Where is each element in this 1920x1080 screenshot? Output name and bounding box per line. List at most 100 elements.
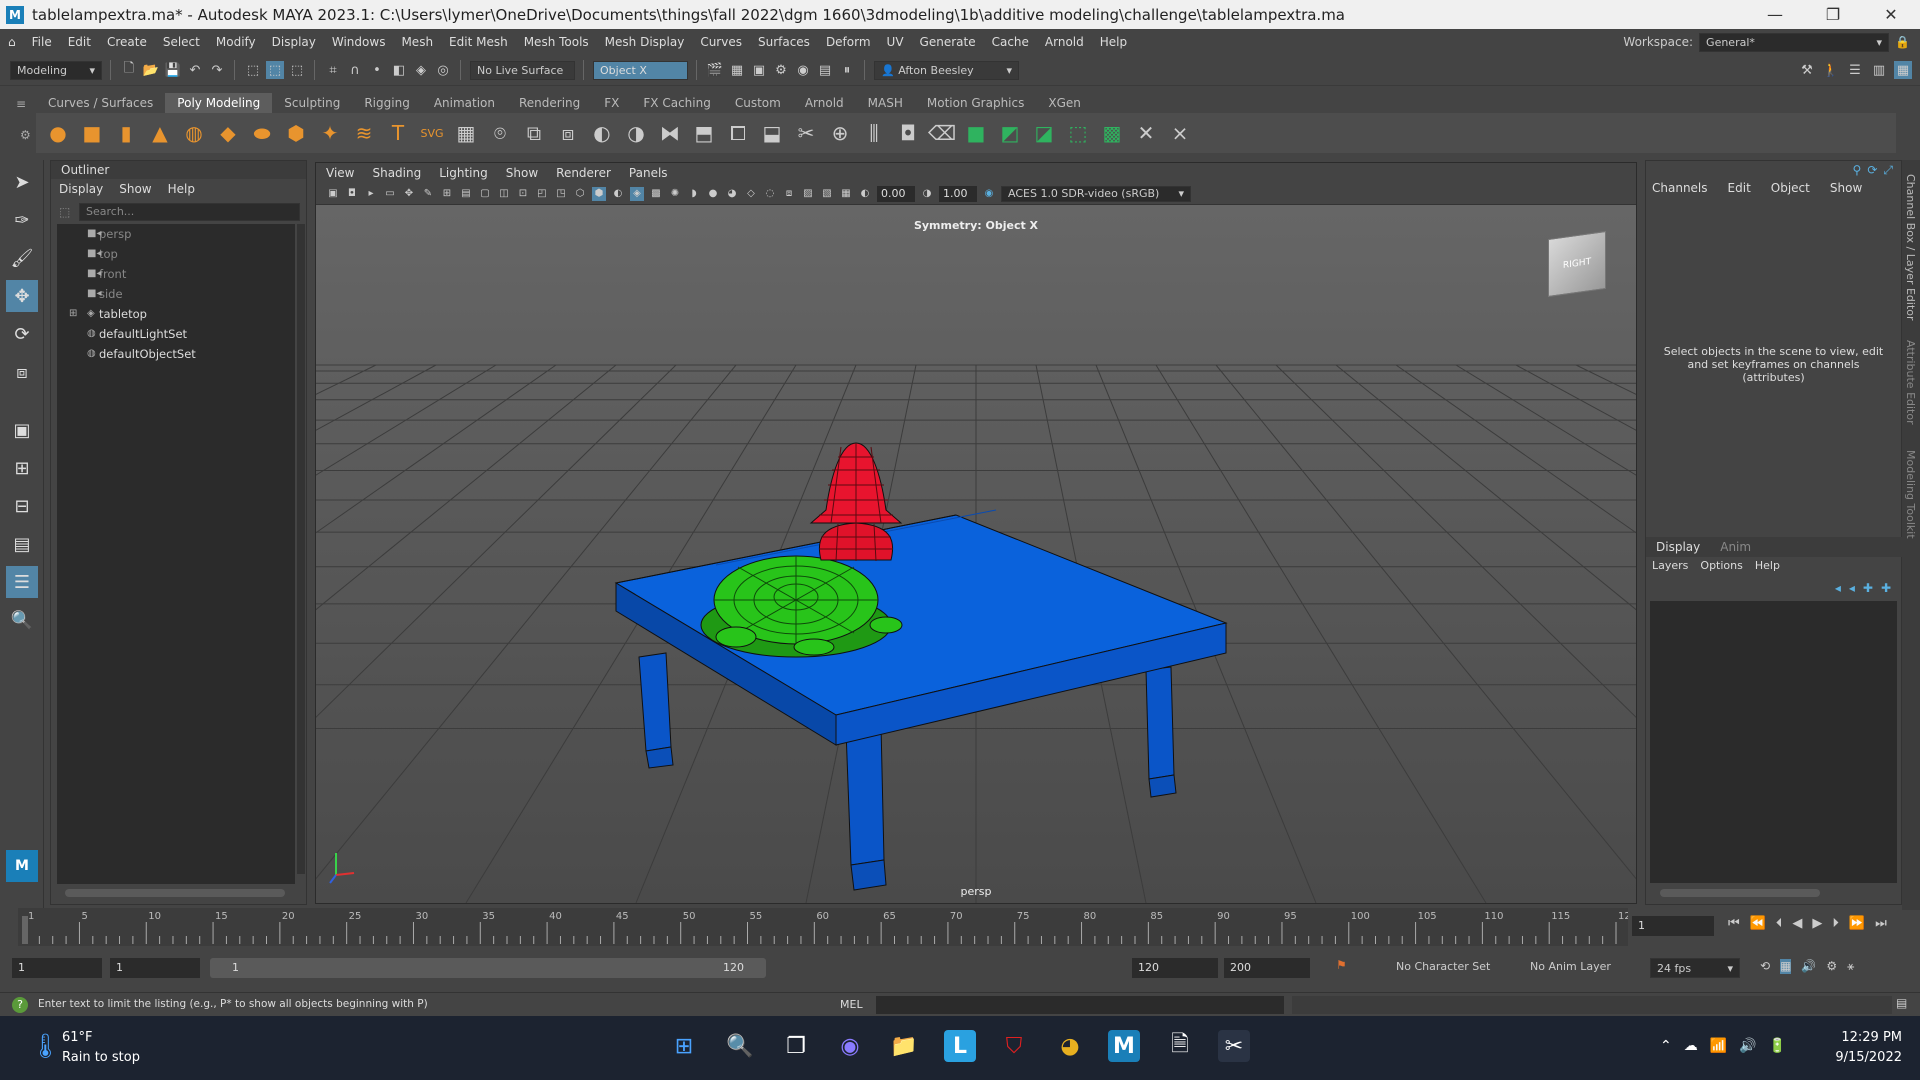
vp-menu-show[interactable]: Show: [506, 163, 538, 183]
ipr-render-icon[interactable]: ▣: [750, 61, 768, 79]
character-set-dropdown[interactable]: No Character Set: [1396, 960, 1490, 973]
lasso-tool-icon[interactable]: ✑: [6, 204, 38, 236]
planar-uv-icon[interactable]: ◩: [996, 119, 1024, 147]
list-item[interactable]: ■◂ side: [57, 284, 295, 304]
sound-icon[interactable]: 🔊: [1801, 959, 1816, 974]
layout-persp-outliner-icon[interactable]: ☰: [6, 566, 38, 598]
film-gate-icon[interactable]: ▤: [459, 187, 473, 201]
menu-cache[interactable]: Cache: [984, 35, 1037, 49]
file-explorer-icon[interactable]: 📁: [888, 1030, 920, 1062]
task-view-icon[interactable]: ❐: [780, 1030, 812, 1062]
select-tool-icon[interactable]: ➤: [6, 166, 38, 198]
snap-curve-icon[interactable]: ∩: [346, 61, 364, 79]
prev-key-icon[interactable]: ⏴: [1776, 916, 1783, 931]
outliner-hscrollbar[interactable]: [65, 889, 285, 897]
snipping-tool-icon[interactable]: ✂: [1218, 1030, 1250, 1062]
xray-icon[interactable]: ▨: [801, 187, 815, 201]
tool-settings-icon[interactable]: ▥: [1870, 61, 1888, 79]
tab-poly-modeling[interactable]: Poly Modeling: [165, 93, 273, 113]
render-frame-icon[interactable]: ▦: [728, 61, 746, 79]
select-hierarchy-icon[interactable]: ⬚: [244, 61, 262, 79]
wireframe-icon[interactable]: ⬡: [573, 187, 587, 201]
extrude-icon[interactable]: ⬒: [690, 119, 718, 147]
hypershade-icon[interactable]: ◉: [794, 61, 812, 79]
menu-mesh-tools[interactable]: Mesh Tools: [516, 35, 597, 49]
paint-select-icon[interactable]: 🖌: [6, 242, 38, 274]
current-time-marker[interactable]: [22, 916, 28, 944]
fps-dropdown[interactable]: 24 fps ▾: [1650, 958, 1740, 978]
chrome-icon[interactable]: ◕: [1054, 1030, 1086, 1062]
sweep-mesh-icon[interactable]: ≋: [350, 119, 378, 147]
human-ik-icon[interactable]: 🚶: [1822, 61, 1840, 79]
xray-active-icon[interactable]: ▦: [839, 187, 853, 201]
attribute-editor-icon[interactable]: ☰: [1846, 61, 1864, 79]
camera-attr-icon[interactable]: ◘: [345, 187, 359, 201]
go-to-start-icon[interactable]: ⏮: [1728, 916, 1740, 931]
vp-menu-lighting[interactable]: Lighting: [439, 163, 488, 183]
field-chart-icon[interactable]: ⊡: [516, 187, 530, 201]
safe-action-icon[interactable]: ◰: [535, 187, 549, 201]
vp-menu-panels[interactable]: Panels: [629, 163, 668, 183]
smooth-shade-icon[interactable]: ⬢: [592, 186, 606, 201]
shadows-icon[interactable]: ◗: [687, 187, 701, 201]
outliner-menu-help[interactable]: Help: [168, 179, 195, 199]
options-menu[interactable]: Options: [1700, 559, 1742, 572]
3d-scene[interactable]: Symmetry: Object X persp RIGHT: [316, 205, 1636, 903]
mirror-icon[interactable]: ⧓: [656, 119, 684, 147]
bridge-icon[interactable]: ⧠: [724, 119, 752, 147]
fill-hole-icon[interactable]: ◘: [894, 119, 922, 147]
list-item[interactable]: ■◂ front: [57, 264, 295, 284]
default-material-icon[interactable]: ◐: [611, 187, 625, 201]
render-settings-icon[interactable]: ⚙: [772, 61, 790, 79]
menu-arnold[interactable]: Arnold: [1037, 35, 1092, 49]
pin-icon[interactable]: ⚲: [1853, 163, 1862, 178]
menu-mesh-display[interactable]: Mesh Display: [597, 35, 693, 49]
clock-date[interactable]: 9/15/2022: [1822, 1050, 1902, 1065]
layout-uv-icon[interactable]: ▩: [1098, 119, 1126, 147]
single-view-icon[interactable]: ▣: [6, 414, 38, 446]
new-scene-icon[interactable]: 🗋: [120, 61, 138, 79]
layers-help-menu[interactable]: Help: [1755, 559, 1780, 572]
animation-prefs-icon[interactable]: ⚙: [1826, 959, 1837, 974]
snap-live-icon[interactable]: ◎: [434, 61, 452, 79]
menuset-dropdown[interactable]: Modeling ▾: [10, 60, 102, 80]
menu-deform[interactable]: Deform: [818, 35, 879, 49]
color-management-icon[interactable]: ◉: [982, 187, 996, 201]
workspace-dropdown[interactable]: General* ▾: [1699, 32, 1890, 52]
go-to-end-icon[interactable]: ⏭: [1875, 916, 1887, 931]
home-icon[interactable]: ⌂: [0, 35, 24, 49]
mcafee-icon[interactable]: ⛉: [998, 1030, 1030, 1062]
minimize-icon[interactable]: —: [1746, 0, 1804, 29]
vp-menu-shading[interactable]: Shading: [372, 163, 421, 183]
play-back-icon[interactable]: ◀: [1792, 916, 1802, 931]
tab-xgen[interactable]: XGen: [1036, 93, 1093, 113]
redo-icon[interactable]: ↷: [208, 61, 226, 79]
svg-tool-icon[interactable]: SVG: [418, 119, 446, 147]
tab-motion-graphics[interactable]: Motion Graphics: [915, 93, 1037, 113]
shelf-menu-icon[interactable]: ≡: [16, 97, 26, 111]
vp-menu-renderer[interactable]: Renderer: [556, 163, 611, 183]
step-back-icon[interactable]: ⏪: [1750, 916, 1766, 931]
depth-of-field-icon[interactable]: ◌: [763, 187, 777, 201]
smooth-icon[interactable]: ◐: [588, 119, 616, 147]
scene-start-field[interactable]: 1: [12, 958, 102, 978]
outliner-search-input[interactable]: Search...: [79, 203, 300, 221]
playback-start-field[interactable]: 1: [110, 958, 200, 978]
tab-fx-caching[interactable]: FX Caching: [631, 93, 722, 113]
playback-end-field[interactable]: 120: [1132, 958, 1218, 978]
ambient-occlusion-icon[interactable]: ●: [706, 187, 720, 201]
sew-uv-icon[interactable]: ⨯: [1166, 119, 1194, 147]
new-layer-icon[interactable]: ✚: [1863, 581, 1873, 595]
lockdown-browser-icon[interactable]: L: [944, 1030, 976, 1062]
command-input[interactable]: [876, 996, 1284, 1014]
battery-icon[interactable]: 🔋: [1769, 1038, 1786, 1054]
current-frame-field[interactable]: 1: [1632, 916, 1714, 936]
platonic-solid-icon[interactable]: ⬢: [282, 119, 310, 147]
uv-editor-icon[interactable]: ▦: [452, 119, 480, 147]
select-component-icon[interactable]: ⬚: [288, 61, 306, 79]
menu-curves[interactable]: Curves: [692, 35, 750, 49]
poly-cube-icon[interactable]: ■: [78, 119, 106, 147]
move-layer-up-icon[interactable]: ◂: [1835, 581, 1841, 595]
layers-hscrollbar[interactable]: [1660, 889, 1820, 897]
anim-layer-dropdown[interactable]: No Anim Layer: [1530, 960, 1611, 973]
